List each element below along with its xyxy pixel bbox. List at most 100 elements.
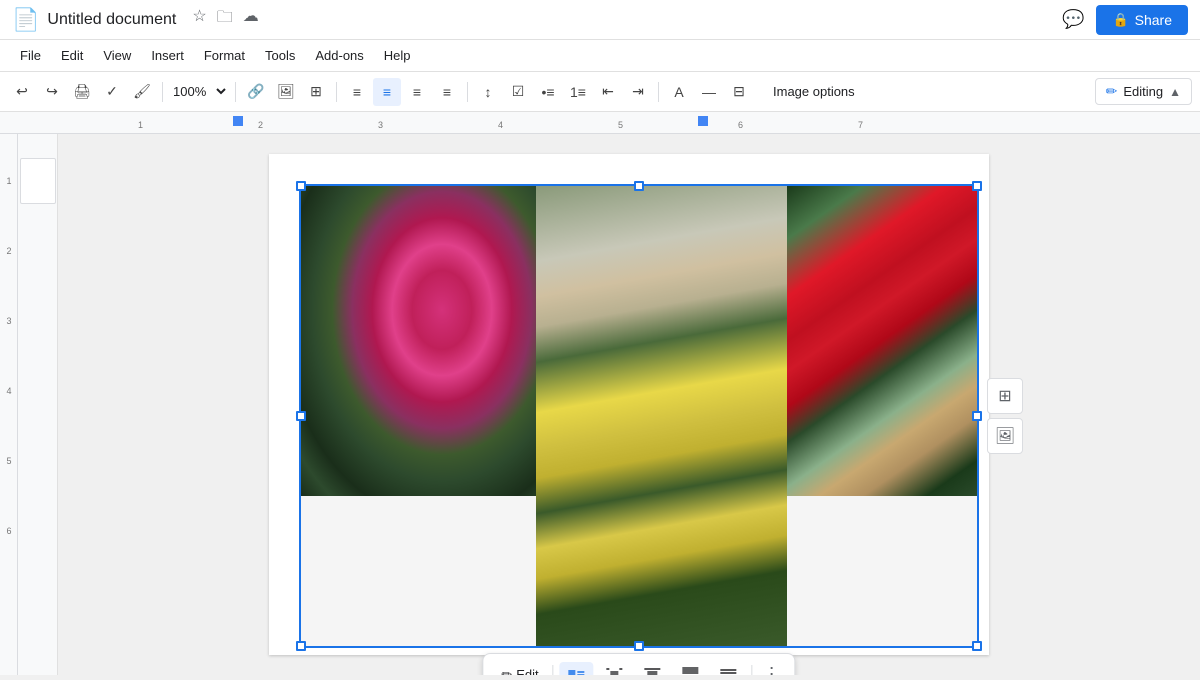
- line-spacing-button[interactable]: ↕: [474, 78, 502, 106]
- image-collage[interactable]: ⊞ 🖼 ✏ Edit: [299, 184, 979, 648]
- editing-label: Editing: [1123, 84, 1163, 99]
- handle-bottom-left[interactable]: [296, 641, 306, 651]
- ruler: 1 2 3 4 5 6 7: [0, 112, 1200, 134]
- layout-below-button[interactable]: [712, 662, 746, 676]
- replace-image-button[interactable]: 🖼: [987, 418, 1023, 454]
- inline-icon: [568, 666, 586, 676]
- checklist-button[interactable]: ☑: [504, 78, 532, 106]
- svg-text:1: 1: [138, 120, 143, 130]
- photo-bougainvillea: [301, 186, 536, 496]
- link-button[interactable]: 🔗: [242, 78, 270, 106]
- svg-text:4: 4: [6, 386, 11, 396]
- toolbar: ↩ ↪ 🖨 ✓ 🖌 100% 🔗 🖼 ⊞ ≡ ≡ ≡ ≡ ↕ ☑ •≡ 1≡ ⇤…: [0, 72, 1200, 112]
- align-center-button[interactable]: ≡: [373, 78, 401, 106]
- docs-icon: 📄: [12, 7, 39, 33]
- cell-empty-bottom-right: [787, 496, 977, 646]
- document-page: ⊞ 🖼 ✏ Edit: [269, 154, 989, 655]
- handle-top-center[interactable]: [634, 181, 644, 191]
- menu-tools[interactable]: Tools: [257, 44, 303, 67]
- handle-bottom-right[interactable]: [972, 641, 982, 651]
- handle-bottom-center[interactable]: [634, 641, 644, 651]
- highlight-button[interactable]: A: [665, 78, 693, 106]
- above-icon: [682, 666, 700, 676]
- edit-label: Edit: [516, 667, 538, 675]
- image-options-button[interactable]: Image options: [763, 80, 865, 103]
- edit-button[interactable]: ✏ Edit: [493, 663, 546, 676]
- line-button[interactable]: —: [695, 78, 723, 106]
- align-left-button[interactable]: ≡: [343, 78, 371, 106]
- toolbar-separator-1: [162, 82, 163, 102]
- menu-file[interactable]: File: [12, 44, 49, 67]
- zoom-selector[interactable]: 100%: [169, 83, 229, 100]
- table-button[interactable]: ⊞: [302, 78, 330, 106]
- svg-text:5: 5: [6, 456, 11, 466]
- folder-icon[interactable]: 🗀: [217, 6, 233, 33]
- collage-grid: [301, 186, 977, 646]
- svg-text:6: 6: [738, 120, 743, 130]
- column-button[interactable]: ⊟: [725, 78, 753, 106]
- pencil-icon: ✏: [1106, 83, 1118, 100]
- svg-text:3: 3: [6, 316, 11, 326]
- layout-inline-button[interactable]: [560, 662, 594, 676]
- spellcheck-button[interactable]: ✓: [98, 78, 126, 106]
- svg-text:6: 6: [6, 526, 11, 536]
- handle-middle-left[interactable]: [296, 411, 306, 421]
- svg-text:2: 2: [258, 120, 263, 130]
- svg-text:4: 4: [498, 120, 503, 130]
- ruler-svg: 1 2 3 4 5 6 7: [78, 112, 1200, 134]
- document-title[interactable]: Untitled document: [47, 11, 176, 29]
- increase-indent-button[interactable]: ⇥: [624, 78, 652, 106]
- svg-text:1: 1: [6, 176, 11, 186]
- image-button[interactable]: 🖼: [272, 78, 300, 106]
- left-sidebar: 1 2 3 4 5 6: [0, 134, 58, 675]
- photo-red-hibiscus: [787, 186, 977, 496]
- justify-button[interactable]: ≡: [433, 78, 461, 106]
- layout-separate-button[interactable]: [636, 662, 670, 676]
- image-bottom-toolbar: ✏ Edit: [482, 653, 795, 675]
- editing-mode-button[interactable]: ✏ Editing ▲: [1095, 78, 1192, 105]
- print-button[interactable]: 🖨: [68, 78, 96, 106]
- chevron-up-icon: ▲: [1169, 85, 1181, 99]
- toolbar-separator-2: [235, 82, 236, 102]
- comments-button[interactable]: 💬: [1062, 9, 1084, 30]
- menu-format[interactable]: Format: [196, 44, 253, 67]
- separate-icon: [644, 666, 662, 676]
- bullet-list-button[interactable]: •≡: [534, 78, 562, 106]
- bottom-separator-1: [553, 665, 554, 676]
- numbered-list-button[interactable]: 1≡: [564, 78, 592, 106]
- layout-above-button[interactable]: [674, 662, 708, 676]
- svg-text:7: 7: [858, 120, 863, 130]
- vertical-ruler-svg: 1 2 3 4 5 6: [0, 134, 18, 675]
- undo-button[interactable]: ↩: [8, 78, 36, 106]
- more-options-button[interactable]: ⋮: [759, 660, 785, 675]
- edit-pencil-icon: ✏: [501, 667, 512, 676]
- toolbar-separator-3: [336, 82, 337, 102]
- layout-wrap-button[interactable]: [598, 662, 632, 676]
- svg-text:3: 3: [378, 120, 383, 130]
- menu-view[interactable]: View: [95, 44, 139, 67]
- svg-text:5: 5: [618, 120, 623, 130]
- star-icon[interactable]: ☆: [192, 6, 206, 33]
- handle-top-right[interactable]: [972, 181, 982, 191]
- menu-edit[interactable]: Edit: [53, 44, 91, 67]
- share-button[interactable]: 🔒 Share: [1096, 5, 1188, 35]
- toolbar-separator-4: [467, 82, 468, 102]
- wrap-icon: [606, 666, 624, 676]
- redo-button[interactable]: ↪: [38, 78, 66, 106]
- toolbar-separator-5: [658, 82, 659, 102]
- handle-top-left[interactable]: [296, 181, 306, 191]
- below-icon: [720, 666, 738, 676]
- decrease-indent-button[interactable]: ⇤: [594, 78, 622, 106]
- side-actions: ⊞ 🖼: [987, 378, 1023, 454]
- main-area: 1 2 3 4 5 6: [0, 134, 1200, 675]
- handle-middle-right[interactable]: [972, 411, 982, 421]
- menu-help[interactable]: Help: [376, 44, 419, 67]
- paint-format-button[interactable]: 🖌: [128, 78, 156, 106]
- menu-insert[interactable]: Insert: [143, 44, 192, 67]
- cloud-icon[interactable]: ☁: [243, 6, 259, 33]
- align-right-button[interactable]: ≡: [403, 78, 431, 106]
- menu-addons[interactable]: Add-ons: [307, 44, 371, 67]
- title-bar: 📄 Untitled document ☆ 🗀 ☁ 💬 🔒 Share: [0, 0, 1200, 40]
- page-thumbnail[interactable]: [20, 158, 56, 204]
- add-layout-button[interactable]: ⊞: [987, 378, 1023, 414]
